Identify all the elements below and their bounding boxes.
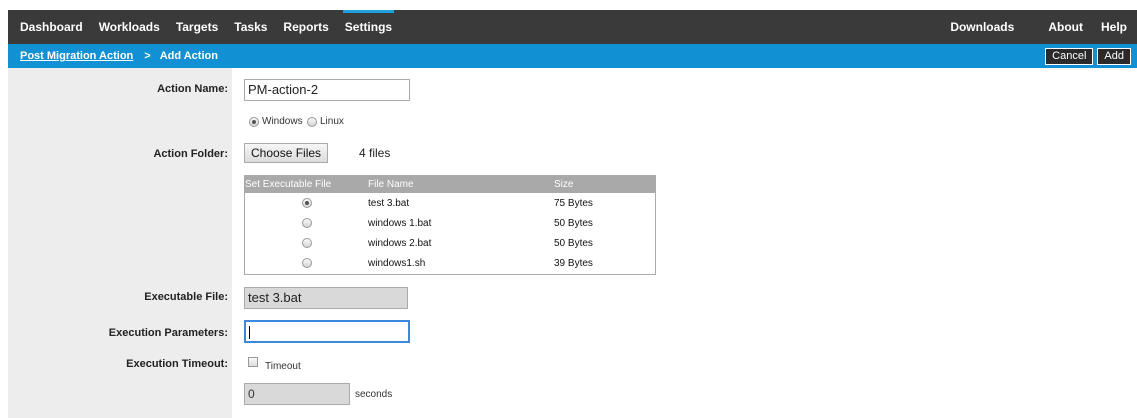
- table-row: test 3.bat 75 Bytes: [245, 193, 655, 213]
- action-name-label: Action Name:: [157, 83, 228, 95]
- nav-downloads[interactable]: Downloads: [948, 10, 1016, 44]
- timeout-checkbox[interactable]: [248, 357, 258, 367]
- text-cursor: [249, 326, 250, 340]
- tab-targets[interactable]: Targets: [174, 10, 220, 44]
- files-table: Set Executable File File Name Size test …: [244, 175, 656, 275]
- table-row: windows 2.bat 50 Bytes: [245, 233, 655, 253]
- executable-file-field: test 3.bat: [244, 287, 408, 309]
- action-buttons: Cancel Add: [1041, 47, 1131, 65]
- file-size-cell: 39 Bytes: [554, 257, 593, 269]
- tab-tasks[interactable]: Tasks: [232, 10, 269, 44]
- os-linux-radio[interactable]: [307, 117, 317, 127]
- tab-dashboard[interactable]: Dashboard: [18, 10, 85, 44]
- choose-files-button[interactable]: Choose Files: [244, 143, 329, 163]
- set-executable-radio[interactable]: [301, 198, 312, 208]
- table-row: windows1.sh 39 Bytes: [245, 253, 655, 273]
- executable-file-label: Executable File:: [144, 291, 228, 303]
- breadcrumb-current: Add Action: [159, 50, 218, 62]
- file-size-cell: 50 Bytes: [554, 217, 593, 229]
- breadcrumb: Post Migration Action > Add Action: [20, 50, 218, 62]
- col-size: Size: [554, 179, 574, 190]
- file-size-cell: 50 Bytes: [554, 237, 593, 249]
- file-name-cell: windows 1.bat: [368, 217, 432, 229]
- table-row: windows 1.bat 50 Bytes: [245, 213, 655, 233]
- os-linux-label: Linux: [320, 116, 344, 127]
- sub-header-bar: Post Migration Action > Add Action Cance…: [8, 44, 1137, 68]
- files-table-header: Set Executable File File Name Size: [245, 176, 655, 193]
- set-executable-radio[interactable]: [301, 218, 312, 228]
- file-name-cell: windows1.sh: [368, 257, 426, 269]
- action-name-input[interactable]: PM-action-2: [244, 79, 410, 101]
- nav-help[interactable]: Help: [1099, 10, 1129, 44]
- tab-reports[interactable]: Reports: [281, 10, 330, 44]
- execution-parameters-input[interactable]: [244, 320, 410, 343]
- action-folder-label: Action Folder:: [153, 148, 228, 160]
- execution-parameters-label: Execution Parameters:: [108, 327, 228, 339]
- cancel-button[interactable]: Cancel: [1045, 47, 1094, 65]
- file-name-cell: test 3.bat: [368, 197, 410, 209]
- tab-workloads[interactable]: Workloads: [97, 10, 162, 44]
- tab-settings[interactable]: Settings: [342, 10, 395, 44]
- file-name-cell: windows 2.bat: [368, 237, 432, 249]
- add-button[interactable]: Add: [1097, 47, 1131, 65]
- execution-timeout-label: Execution Timeout:: [126, 358, 228, 370]
- nav-about[interactable]: About: [1046, 10, 1085, 44]
- timeout-checkbox-label: Timeout: [265, 361, 301, 372]
- top-nav-bar: Dashboard Workloads Targets Tasks Report…: [8, 10, 1137, 44]
- os-windows-radio[interactable]: [249, 117, 259, 127]
- breadcrumb-parent-link[interactable]: Post Migration Action: [20, 50, 133, 62]
- top-nav-right: Downloads About Help: [948, 10, 1137, 44]
- breadcrumb-separator: >: [144, 50, 151, 62]
- col-set-executable: Set Executable File: [245, 179, 332, 190]
- col-file-name: File Name: [368, 179, 414, 190]
- file-size-cell: 75 Bytes: [554, 197, 593, 209]
- set-executable-radio[interactable]: [301, 258, 312, 268]
- files-count-text: 4 files: [359, 146, 391, 160]
- timeout-seconds-field[interactable]: 0: [244, 383, 350, 405]
- os-windows-label: Windows: [262, 116, 303, 127]
- set-executable-radio[interactable]: [301, 238, 312, 248]
- timeout-unit-label: seconds: [355, 389, 393, 400]
